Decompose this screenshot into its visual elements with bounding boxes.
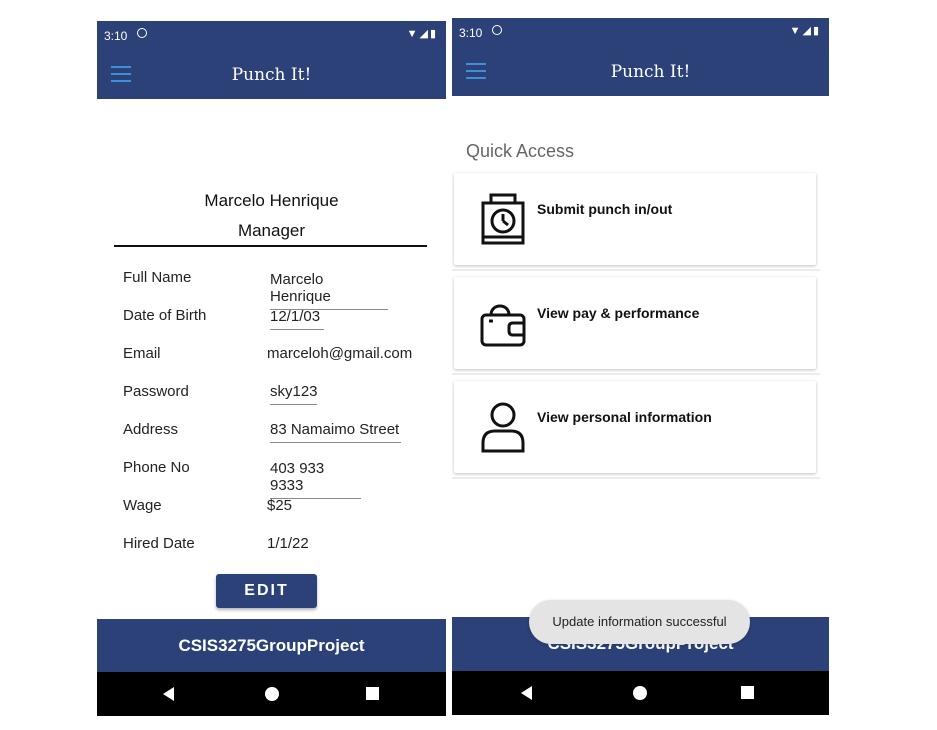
signal-battery-icon: ▼◢▮ [406,28,438,40]
back-icon[interactable] [521,686,532,700]
view-pay-label: View pay & performance [537,305,700,321]
back-icon[interactable] [163,687,174,701]
system-nav-bar [97,672,446,716]
recents-icon[interactable] [741,686,754,699]
phone-field[interactable]: 403 933 9333 [270,460,361,499]
divider [452,477,820,479]
email-label: Email [123,345,161,362]
wallet-icon [480,304,526,347]
view-personal-card[interactable]: View personal information [454,381,816,473]
status-time: 3:10 [104,29,128,43]
recents-icon[interactable] [366,687,379,700]
toolbar: Punch It! [97,49,446,99]
system-nav-bar [452,671,829,715]
wage-value: $25 [267,497,293,514]
status-time: 3:10 [459,26,483,40]
person-icon [481,402,525,453]
submit-punch-label: Submit punch in/out [537,201,673,217]
profile-screen: 3:10 ▼◢▮ Punch It! Marcelo Henrique Mana… [97,21,446,716]
toast-message: Update information successful [529,600,750,644]
full-name-label: Full Name [123,269,192,286]
punch-clock-icon [481,193,525,245]
hired-date-label: Hired Date [123,535,195,552]
divider [452,269,820,271]
submit-punch-card[interactable]: Submit punch in/out [454,173,816,265]
address-field[interactable]: 83 Namaimo Street [270,421,401,443]
edit-button[interactable]: EDIT [216,574,317,608]
view-pay-card[interactable]: View pay & performance [454,277,816,369]
password-label: Password [123,383,189,400]
quick-access-title: Quick Access [466,141,575,161]
toolbar-title: Punch It! [610,62,691,82]
phone-label: Phone No [123,459,190,476]
wage-label: Wage [123,497,162,514]
sync-icon [492,25,502,35]
toolbar-title: Punch It! [231,65,312,85]
home-icon[interactable] [265,687,279,701]
status-bar: 3:10 ▼◢▮ [452,18,829,46]
address-label: Address [123,421,179,438]
email-value: marceloh@gmail.com [267,345,413,362]
dob-label: Date of Birth [123,307,207,324]
dob-field[interactable]: 12/1/03 [270,308,324,330]
hired-date-value: 1/1/22 [267,535,309,552]
signal-battery-icon: ▼◢▮ [789,25,821,37]
full-name-field[interactable]: Marcelo Henrique [270,271,388,310]
divider [114,245,427,247]
profile-name: Marcelo Henrique [204,191,339,210]
footer: CSIS3275GroupProject [97,619,446,673]
view-personal-label: View personal information [537,409,712,425]
toolbar: Punch It! [452,46,829,96]
sync-icon [137,28,147,38]
password-field[interactable]: sky123 [270,383,318,405]
status-bar: 3:10 ▼◢▮ [97,21,446,49]
dashboard-screen: 3:10 ▼◢▮ Punch It! Quick Access Submit p… [452,18,829,715]
profile-role: Manager [237,221,306,240]
home-icon[interactable] [633,686,647,700]
divider [452,373,820,375]
